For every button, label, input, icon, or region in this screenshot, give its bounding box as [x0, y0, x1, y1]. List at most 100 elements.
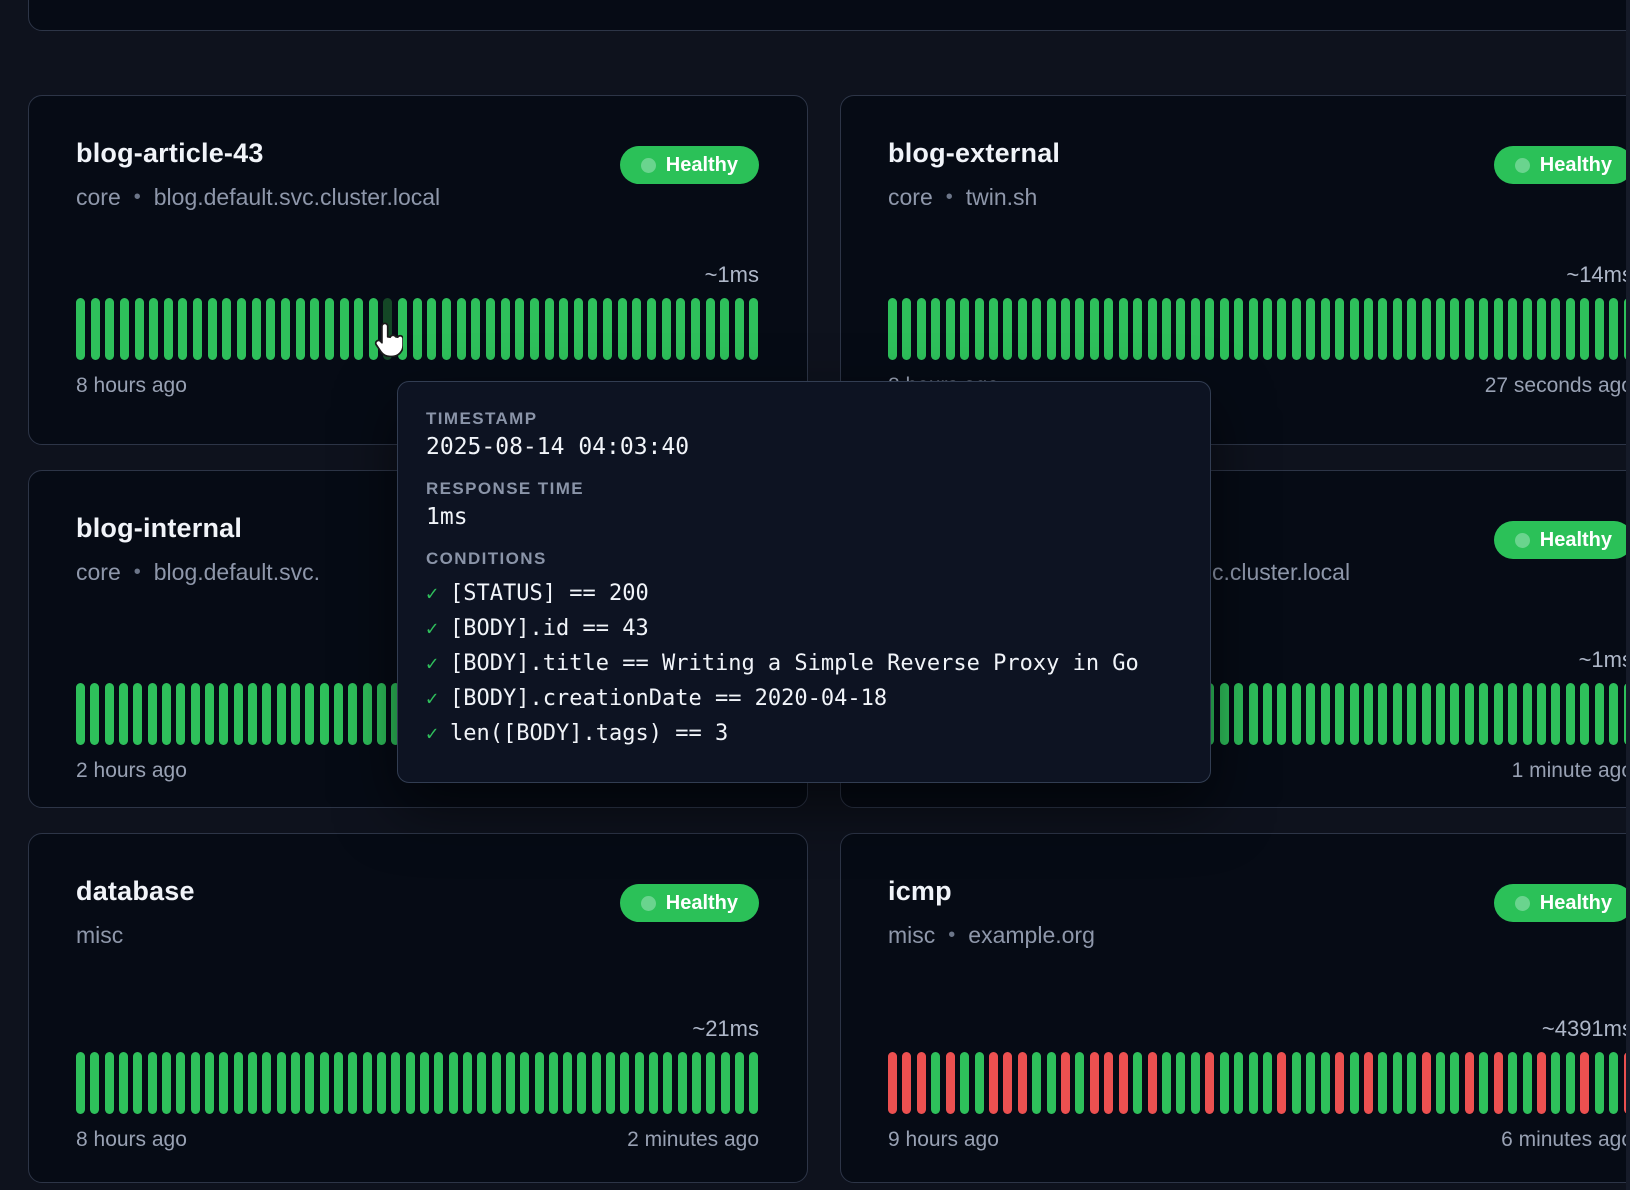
uptime-bar[interactable]: [320, 683, 329, 745]
uptime-bar[interactable]: [1479, 298, 1488, 360]
uptime-bar[interactable]: [1393, 683, 1402, 745]
uptime-bar[interactable]: [1277, 1052, 1286, 1114]
uptime-bar[interactable]: [492, 1052, 501, 1114]
uptime-bar[interactable]: [1234, 298, 1243, 360]
uptime-bar[interactable]: [1277, 298, 1286, 360]
uptime-bar[interactable]: [1350, 1052, 1359, 1114]
uptime-bar[interactable]: [208, 298, 217, 360]
uptime-bar[interactable]: [530, 298, 539, 360]
uptime-bar[interactable]: [413, 298, 422, 360]
uptime-bar[interactable]: [119, 683, 128, 745]
uptime-bar[interactable]: [1234, 1052, 1243, 1114]
uptime-bar[interactable]: [592, 1052, 601, 1114]
uptime-bar[interactable]: [1133, 298, 1142, 360]
uptime-bar[interactable]: [1047, 298, 1056, 360]
uptime-bar[interactable]: [1580, 683, 1589, 745]
uptime-bar[interactable]: [1148, 1052, 1157, 1114]
uptime-bar[interactable]: [1061, 298, 1070, 360]
uptime-bar[interactable]: [76, 683, 85, 745]
uptime-bar[interactable]: [917, 1052, 926, 1114]
uptime-bar[interactable]: [1277, 683, 1286, 745]
uptime-bar[interactable]: [735, 298, 744, 360]
uptime-bar[interactable]: [888, 1052, 897, 1114]
uptime-bar[interactable]: [1551, 1052, 1560, 1114]
uptime-bar[interactable]: [133, 683, 142, 745]
uptime-bar[interactable]: [1335, 298, 1344, 360]
uptime-bar[interactable]: [191, 683, 200, 745]
uptime-bar[interactable]: [902, 298, 911, 360]
uptime-bar[interactable]: [1119, 298, 1128, 360]
uptime-bar[interactable]: [1263, 298, 1272, 360]
uptime-bar[interactable]: [291, 683, 300, 745]
uptime-bar[interactable]: [449, 1052, 458, 1114]
uptime-bar[interactable]: [606, 1052, 615, 1114]
uptime-bar[interactable]: [1364, 683, 1373, 745]
uptime-bar[interactable]: [647, 298, 656, 360]
uptime-bar[interactable]: [463, 1052, 472, 1114]
uptime-bar[interactable]: [1551, 683, 1560, 745]
uptime-bar[interactable]: [960, 298, 969, 360]
uptime-bar[interactable]: [1003, 1052, 1012, 1114]
uptime-bar[interactable]: [1075, 1052, 1084, 1114]
uptime-bar[interactable]: [1292, 683, 1301, 745]
uptime-bar[interactable]: [721, 1052, 730, 1114]
uptime-bar[interactable]: [234, 683, 243, 745]
uptime-bar[interactable]: [162, 1052, 171, 1114]
uptime-bar[interactable]: [334, 683, 343, 745]
uptime-bar[interactable]: [888, 298, 897, 360]
uptime-bar[interactable]: [1378, 1052, 1387, 1114]
uptime-bar[interactable]: [1119, 1052, 1128, 1114]
uptime-bar[interactable]: [1249, 298, 1258, 360]
uptime-bar[interactable]: [176, 1052, 185, 1114]
uptime-bar[interactable]: [1393, 298, 1402, 360]
uptime-bar[interactable]: [1032, 1052, 1041, 1114]
uptime-bar[interactable]: [577, 1052, 586, 1114]
uptime-bar[interactable]: [1609, 298, 1618, 360]
uptime-bar[interactable]: [1566, 1052, 1575, 1114]
uptime-bar[interactable]: [176, 683, 185, 745]
uptime-bar[interactable]: [420, 1052, 429, 1114]
uptime-bar[interactable]: [501, 298, 510, 360]
uptime-bar[interactable]: [119, 1052, 128, 1114]
uptime-bar[interactable]: [391, 1052, 400, 1114]
uptime-bar[interactable]: [219, 1052, 228, 1114]
uptime-bar[interactable]: [471, 298, 480, 360]
uptime-bar[interactable]: [1018, 298, 1027, 360]
uptime-bar[interactable]: [975, 1052, 984, 1114]
uptime-bar[interactable]: [193, 298, 202, 360]
uptime-bar[interactable]: [148, 1052, 157, 1114]
uptime-bar[interactable]: [340, 298, 349, 360]
uptime-bar[interactable]: [90, 683, 99, 745]
uptime-bar[interactable]: [931, 298, 940, 360]
uptime-bar[interactable]: [1508, 1052, 1517, 1114]
uptime-bar[interactable]: [222, 298, 231, 360]
uptime-bar[interactable]: [348, 1052, 357, 1114]
uptime-bar[interactable]: [1450, 683, 1459, 745]
uptime-bar[interactable]: [549, 1052, 558, 1114]
uptime-bar[interactable]: [248, 683, 257, 745]
uptime-bar[interactable]: [620, 1052, 629, 1114]
uptime-bar[interactable]: [1133, 1052, 1142, 1114]
uptime-bar[interactable]: [1306, 298, 1315, 360]
uptime-bar[interactable]: [296, 298, 305, 360]
uptime-bar[interactable]: [1162, 298, 1171, 360]
uptime-bar[interactable]: [1220, 298, 1229, 360]
uptime-bar[interactable]: [1104, 1052, 1113, 1114]
uptime-bar[interactable]: [917, 298, 926, 360]
uptime-bar[interactable]: [76, 1052, 85, 1114]
uptime-bar[interactable]: [105, 298, 114, 360]
uptime-bars[interactable]: [76, 298, 759, 360]
uptime-bar[interactable]: [457, 298, 466, 360]
uptime-bar[interactable]: [120, 298, 129, 360]
uptime-bar[interactable]: [135, 298, 144, 360]
uptime-bar[interactable]: [1523, 683, 1532, 745]
uptime-bar[interactable]: [1321, 298, 1330, 360]
uptime-bar[interactable]: [1061, 1052, 1070, 1114]
uptime-bar[interactable]: [515, 298, 524, 360]
uptime-bar[interactable]: [960, 1052, 969, 1114]
uptime-bar[interactable]: [1234, 683, 1243, 745]
uptime-bar[interactable]: [1566, 683, 1575, 745]
uptime-bar[interactable]: [434, 1052, 443, 1114]
uptime-bar[interactable]: [266, 298, 275, 360]
uptime-bar[interactable]: [91, 298, 100, 360]
